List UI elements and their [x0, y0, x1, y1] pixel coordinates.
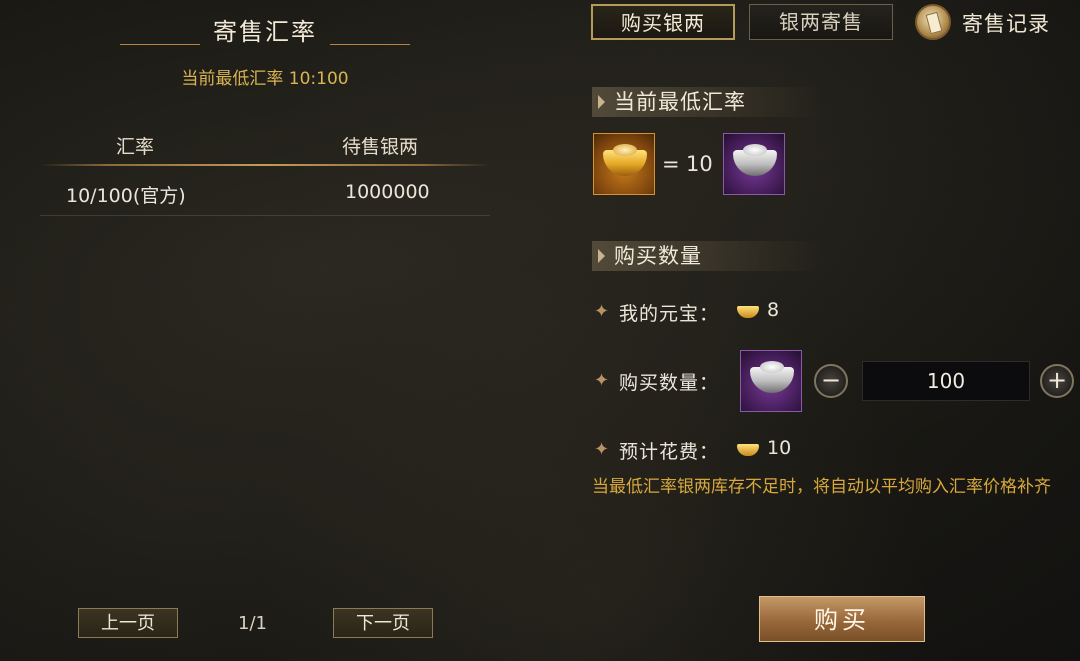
silver-ingot-item-qty[interactable]: [740, 350, 802, 412]
minus-icon[interactable]: −: [814, 364, 848, 398]
silver-ingot-icon: [750, 361, 794, 393]
gold-ingot-icon: [603, 144, 647, 176]
header-divider: [40, 164, 490, 166]
column-header-rate: 汇率: [116, 136, 155, 158]
row-amount: 1000000: [345, 181, 430, 203]
rate-value: 10: [686, 152, 713, 176]
tab-sell-silver[interactable]: 银两寄售: [749, 4, 893, 40]
bullet-star-icon: [594, 370, 612, 391]
next-page-button[interactable]: 下一页: [333, 608, 433, 638]
bullet-star-icon: [594, 439, 612, 460]
buy-button[interactable]: 购买: [759, 596, 925, 642]
title-ornament-right: [330, 36, 410, 45]
tab-buy-silver[interactable]: 购买银两: [591, 4, 735, 40]
my-yuanbao-label: 我的元宝：: [619, 303, 720, 325]
plus-icon[interactable]: +: [1040, 364, 1074, 398]
title-ornament-left: [120, 36, 200, 45]
panel-title: 寄售汇率: [213, 18, 317, 46]
quantity-section-header: 购买数量: [592, 241, 822, 271]
estimated-cost-label: 预计花费：: [619, 441, 720, 463]
row-divider: [40, 215, 490, 216]
rate-section-header: 当前最低汇率: [592, 87, 822, 117]
prev-page-button[interactable]: 上一页: [78, 608, 178, 638]
auto-fill-note: 当最低汇率银两库存不足时，将自动以平均购入汇率价格补齐: [592, 477, 1051, 497]
estimated-cost-value: 10: [767, 437, 792, 459]
column-header-amount: 待售银两: [342, 136, 419, 158]
lowest-rate-subtitle: 当前最低汇率 10:100: [181, 69, 349, 89]
page-indicator: 1/1: [238, 613, 267, 634]
row-rate: 10/100(官方): [66, 185, 186, 207]
buy-quantity-label: 购买数量：: [619, 372, 720, 394]
background: [0, 0, 1080, 661]
equals-sign: =: [662, 152, 680, 176]
silver-ingot-item[interactable]: [723, 133, 785, 195]
bullet-star-icon: [594, 301, 612, 322]
my-yuanbao-value: 8: [767, 299, 780, 321]
scroll-record-icon[interactable]: [915, 4, 951, 40]
gold-ingot-item[interactable]: [593, 133, 655, 195]
silver-ingot-icon: [733, 144, 777, 176]
tab-records[interactable]: 寄售记录: [962, 8, 1050, 38]
quantity-input[interactable]: [862, 361, 1030, 401]
